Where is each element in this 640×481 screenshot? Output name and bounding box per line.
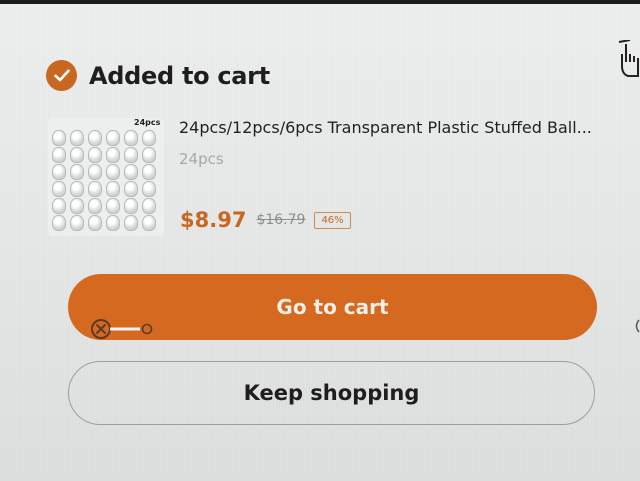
screen: Added to cart 24pcs 24pcs/12pcs/6pcs Tra… [0,0,640,481]
screen-top-edge [0,0,640,4]
thumbnail-ball [88,215,102,231]
product-variant: 24pcs [179,150,224,168]
thumbnail-ball [70,147,84,163]
thumbnail-ball [106,147,120,163]
thumbnail-ball [106,130,120,146]
thumbnail-ball [124,147,138,163]
page-title: Added to cart [89,61,270,90]
go-to-cart-label: Go to cart [276,295,389,319]
keep-shopping-button[interactable]: Keep shopping [68,361,595,425]
thumbnail-ball [70,181,84,197]
thumbnail-ball [52,164,66,180]
price-row: $8.97 $16.79 46% [180,208,351,232]
hand-cursor-icon [612,39,640,86]
thumbnail-ball [88,164,102,180]
thumbnail-ball [88,198,102,214]
thumbnail-ball [142,147,156,163]
keep-shopping-label: Keep shopping [243,381,420,405]
thumbnail-ball [70,164,84,180]
thumbnail-ball [52,215,66,231]
thumbnail-ball [142,198,156,214]
thumbnail-ball [142,164,156,180]
close-icon[interactable] [90,318,156,340]
thumbnail-ball [124,181,138,197]
thumbnail-ball [70,215,84,231]
thumbnail-ball [52,198,66,214]
thumbnail-ball [106,198,120,214]
side-edge-mark [633,318,640,333]
current-price: $8.97 [180,208,247,232]
thumbnail-ball [106,164,120,180]
thumbnail-label: 24pcs [134,118,161,127]
thumbnail-ball [106,181,120,197]
thumbnail-ball [106,215,120,231]
thumbnail-ball [142,181,156,197]
product-thumbnail[interactable]: 24pcs [48,118,164,236]
cart-confirmation-header: Added to cart [46,60,270,91]
thumbnail-ball [142,215,156,231]
thumbnail-ball [142,130,156,146]
thumbnail-ball [88,130,102,146]
thumbnail-ball [124,198,138,214]
thumbnail-ball [88,181,102,197]
thumbnail-ball [124,164,138,180]
thumbnail-ball [70,130,84,146]
thumbnail-ball [52,181,66,197]
thumbnail-ball [124,130,138,146]
original-price: $16.79 [256,212,306,228]
thumbnail-ball [70,198,84,214]
check-circle-icon [46,60,77,91]
thumbnail-ball [52,130,66,146]
thumbnail-ball [88,147,102,163]
thumbnail-ball [52,147,66,163]
product-title[interactable]: 24pcs/12pcs/6pcs Transparent Plastic Stu… [179,118,592,137]
thumbnail-ball [124,215,138,231]
discount-badge: 46% [314,211,351,229]
